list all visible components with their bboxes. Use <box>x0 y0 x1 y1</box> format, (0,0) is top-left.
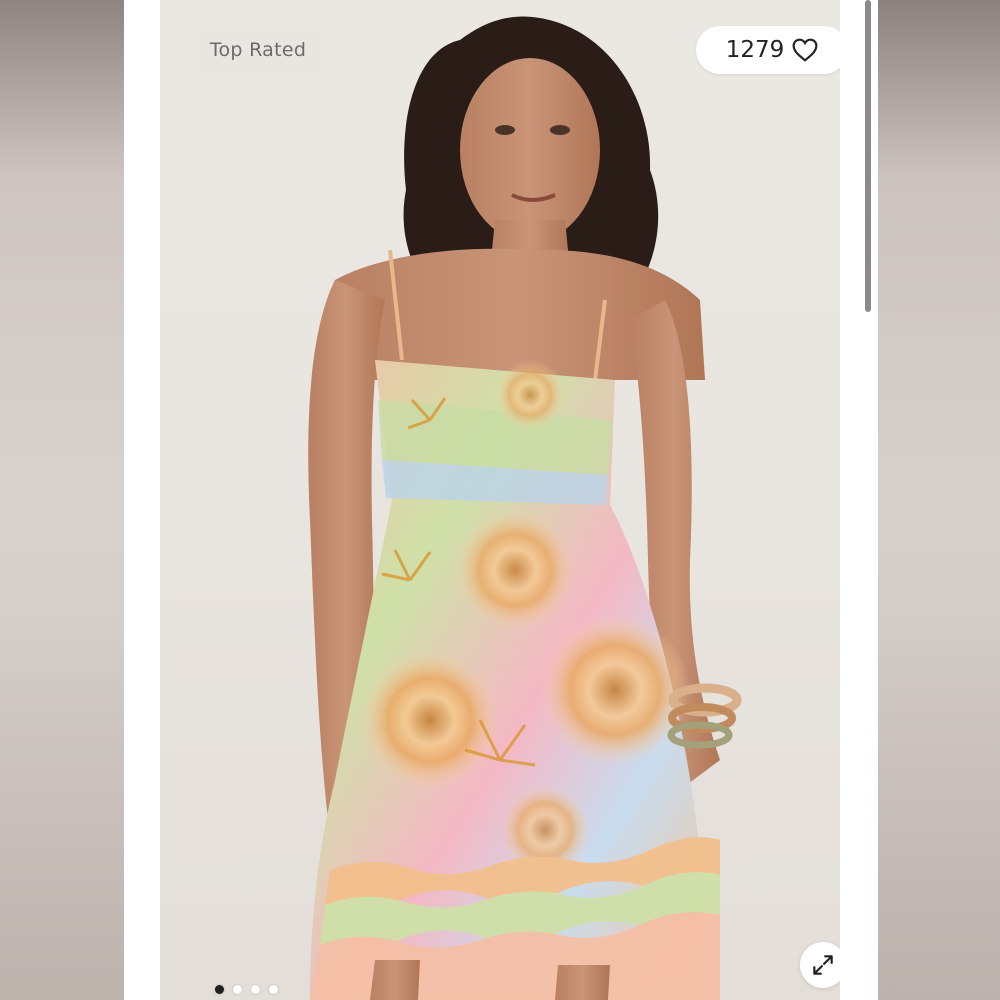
carousel-dot-4[interactable] <box>269 985 278 994</box>
top-rated-label: Top Rated <box>209 39 307 61</box>
backdrop-right <box>878 0 1000 1000</box>
heart-outline-icon <box>792 38 818 62</box>
product-gallery-card: Top Rated 1279 <box>124 0 878 1000</box>
model-figure-illustration <box>308 16 742 1000</box>
scrollbar-thumb[interactable] <box>865 0 871 312</box>
backdrop-left <box>0 0 124 1000</box>
product-photo[interactable]: Top Rated 1279 <box>160 0 840 1000</box>
expand-arrows-icon <box>813 955 833 975</box>
carousel-dot-1[interactable] <box>215 985 224 994</box>
expand-image-button[interactable] <box>800 942 840 988</box>
like-count: 1279 <box>725 37 785 63</box>
carousel-dot-2[interactable] <box>233 985 242 994</box>
carousel-dot-3[interactable] <box>251 985 260 994</box>
carousel-indicator <box>215 985 278 994</box>
top-rated-badge: Top Rated <box>196 28 320 72</box>
like-button[interactable]: 1279 <box>696 26 840 74</box>
